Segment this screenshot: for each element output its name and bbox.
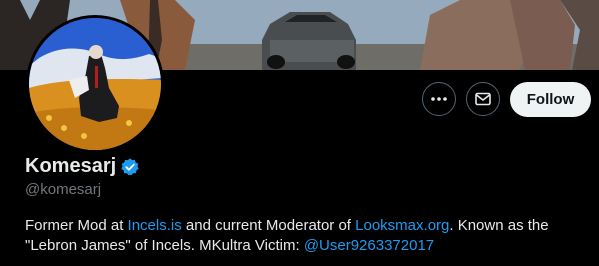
bio-text: and current Moderator of — [181, 217, 356, 234]
more-options-button[interactable] — [422, 82, 456, 116]
profile-bio: Former Mod at Incels.is and current Mode… — [25, 216, 585, 256]
message-button[interactable] — [466, 82, 500, 116]
profile-handle: @komesarj — [25, 181, 102, 198]
bio-mention-link[interactable]: @User9263372017 — [304, 237, 434, 254]
verified-badge-icon[interactable] — [120, 157, 140, 177]
avatar-frame[interactable] — [26, 15, 164, 153]
bio-link-incels[interactable]: Incels.is — [128, 217, 182, 234]
avatar-image — [29, 18, 161, 150]
avatar[interactable] — [29, 18, 161, 150]
profile-name-row: Komesarj — [25, 155, 140, 178]
bio-text: Former Mod at — [25, 217, 128, 234]
profile-name: Komesarj — [25, 155, 117, 177]
bio-link-looksmax[interactable]: Looksmax.org — [355, 217, 449, 234]
more-horizontal-icon — [431, 97, 447, 101]
envelope-icon — [475, 92, 491, 106]
follow-button[interactable]: Follow — [510, 82, 591, 117]
